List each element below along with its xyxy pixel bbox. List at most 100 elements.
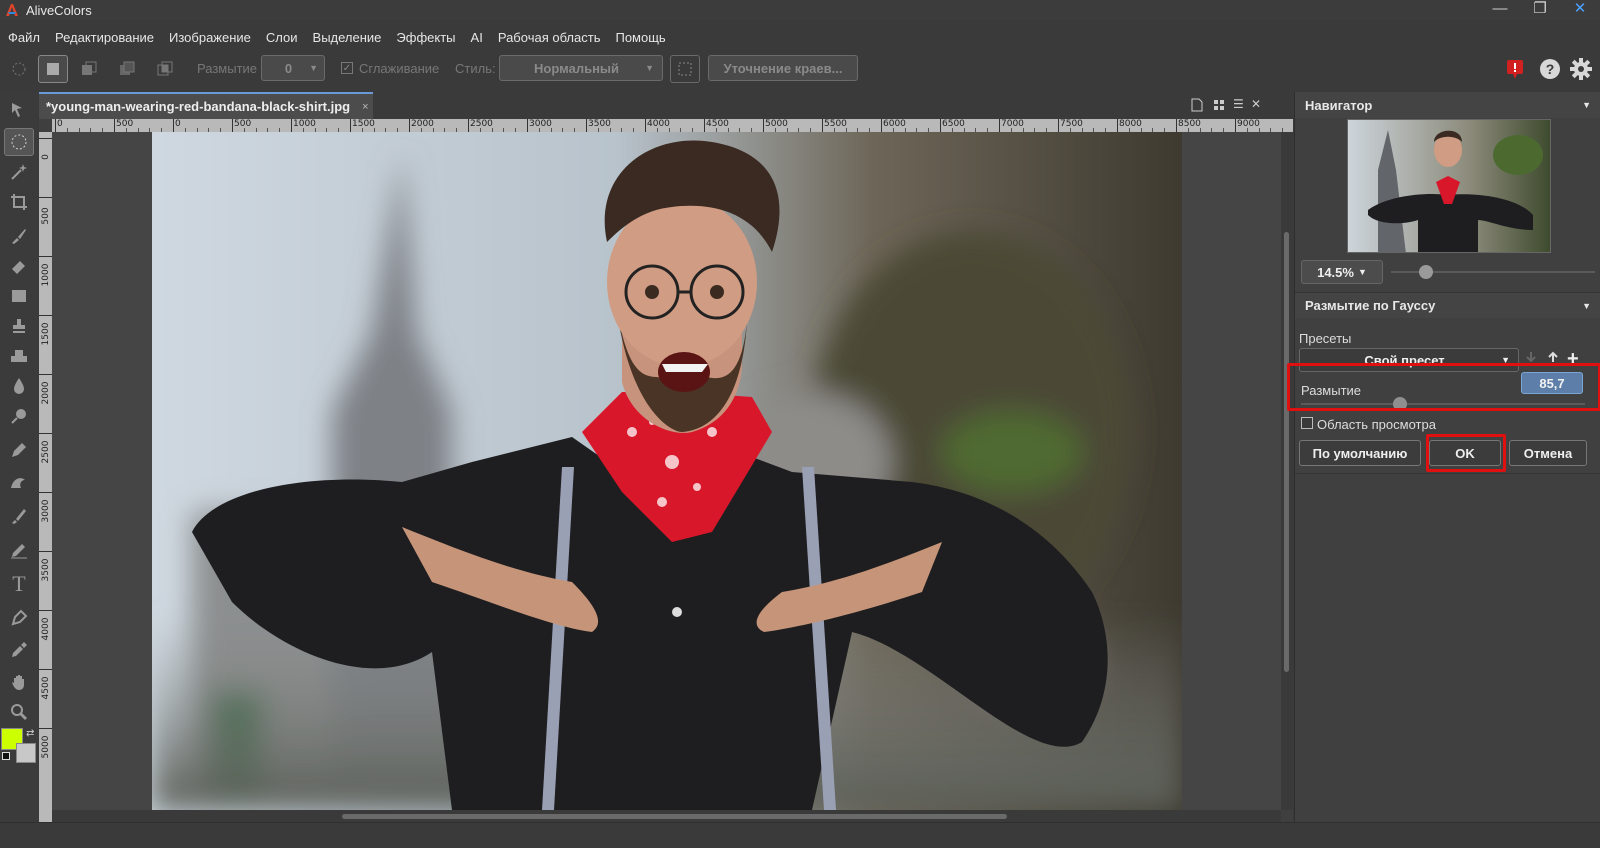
ruler-tick bbox=[527, 119, 528, 132]
gaussian-blur-header[interactable]: Размытие по Гауссу ▼ bbox=[1295, 292, 1600, 318]
selection-tool-icon[interactable] bbox=[4, 128, 34, 156]
preview-area-checkbox[interactable] bbox=[1301, 417, 1313, 429]
menu-ai[interactable]: AI bbox=[471, 30, 483, 45]
ruler-label: 2000 bbox=[411, 119, 434, 129]
ruler-label: 6500 bbox=[942, 119, 965, 129]
close-window-button[interactable]: ✕ bbox=[1562, 0, 1598, 20]
wave-tool-icon[interactable] bbox=[4, 468, 34, 496]
zoom-slider-thumb[interactable] bbox=[1419, 265, 1433, 279]
settings-gear-icon[interactable] bbox=[1566, 55, 1596, 83]
menu-help[interactable]: Помощь bbox=[615, 30, 665, 45]
ruler-tick bbox=[940, 119, 941, 132]
refine-edges-button[interactable]: Уточнение краев... bbox=[708, 55, 858, 81]
subtract-selection-button[interactable] bbox=[112, 55, 142, 83]
panel-divider bbox=[1295, 473, 1600, 474]
ruler-tick bbox=[39, 492, 52, 493]
stamp-tool-icon[interactable] bbox=[4, 312, 34, 340]
lasso-mode-icon[interactable] bbox=[4, 55, 34, 83]
ruler-label: 4500 bbox=[706, 119, 729, 129]
menu-select[interactable]: Выделение bbox=[313, 30, 382, 45]
menu-layers[interactable]: Слои bbox=[266, 30, 298, 45]
gradient-tool-icon[interactable] bbox=[4, 282, 34, 310]
swap-colors-icon[interactable]: ⇄ bbox=[26, 728, 34, 739]
blur-option-select[interactable]: 0 ▼ bbox=[261, 55, 325, 81]
default-colors-icon[interactable] bbox=[2, 752, 10, 760]
dodge-tool-icon[interactable] bbox=[4, 402, 34, 430]
menu-edit[interactable]: Редактирование bbox=[55, 30, 154, 45]
blur-tool-icon[interactable] bbox=[4, 372, 34, 400]
document-tab[interactable]: *young-man-wearing-red-bandana-black-shi… bbox=[39, 92, 373, 119]
crop-tool-icon[interactable] bbox=[4, 188, 34, 216]
vertical-ruler: 0 500 1000 1500 2000 2500 3000 3500 4000 4500 5000 bbox=[39, 132, 52, 822]
path-pen-icon[interactable] bbox=[4, 604, 34, 632]
ruler-label: 2500 bbox=[470, 119, 493, 129]
cancel-button[interactable]: Отмена bbox=[1509, 440, 1587, 466]
hand-tool-icon[interactable] bbox=[4, 668, 34, 696]
notification-icon[interactable] bbox=[1500, 55, 1530, 83]
navigator-header[interactable]: Навигатор ▼ bbox=[1295, 92, 1600, 118]
default-button[interactable]: По умолчанию bbox=[1299, 440, 1421, 466]
move-tool-icon[interactable] bbox=[4, 96, 34, 124]
ruler-label: 5500 bbox=[824, 119, 847, 129]
tab-close-icon[interactable]: × bbox=[362, 101, 368, 113]
vertical-scroll-thumb[interactable] bbox=[1284, 232, 1289, 672]
antialias-checkbox[interactable]: ✓ bbox=[341, 62, 353, 74]
menu-file[interactable]: Файл bbox=[8, 30, 40, 45]
ruler-tick bbox=[468, 119, 469, 132]
ruler-tick bbox=[350, 119, 351, 132]
ruler-label: 3000 bbox=[529, 119, 552, 129]
text-tool-icon[interactable]: T bbox=[4, 570, 34, 598]
smudge-tool-icon[interactable] bbox=[4, 502, 34, 530]
chevron-down-icon: ▼ bbox=[309, 63, 318, 73]
ruler-tick bbox=[704, 119, 705, 132]
horizontal-scroll-thumb[interactable] bbox=[342, 814, 1007, 819]
new-selection-button[interactable] bbox=[38, 55, 68, 83]
highlight-ok-button bbox=[1426, 434, 1506, 472]
add-selection-button[interactable] bbox=[74, 55, 104, 83]
chevron-down-icon: ▼ bbox=[645, 63, 654, 73]
background-color-swatch[interactable] bbox=[16, 743, 36, 763]
eraser-tool-icon[interactable] bbox=[4, 252, 34, 280]
ruler-tick bbox=[39, 315, 52, 316]
ruler-label: 1000 bbox=[41, 263, 51, 287]
ruler-label: 4500 bbox=[41, 676, 51, 700]
ruler-label: 9000 bbox=[1237, 119, 1260, 129]
pencil-tool-icon[interactable] bbox=[4, 536, 34, 564]
magic-wand-icon[interactable] bbox=[4, 158, 34, 186]
brush-tool-icon[interactable] bbox=[4, 222, 34, 250]
title-bar: AliveColors — ❐ ✕ bbox=[0, 0, 1600, 20]
chevron-down-icon[interactable]: ▼ bbox=[1582, 301, 1591, 311]
menu-image[interactable]: Изображение bbox=[169, 30, 251, 45]
intersect-selection-button[interactable] bbox=[150, 55, 180, 83]
tile-windows-icon[interactable] bbox=[1213, 99, 1225, 114]
pen-tool-icon[interactable] bbox=[4, 436, 34, 464]
close-document-icon[interactable]: ✕ bbox=[1251, 97, 1261, 111]
marquee-options-icon[interactable] bbox=[670, 55, 700, 83]
eyedropper-icon[interactable] bbox=[4, 636, 34, 664]
ruler-tick bbox=[173, 119, 174, 132]
style-select[interactable]: Нормальный ▼ bbox=[499, 55, 663, 81]
help-icon[interactable]: ? bbox=[1535, 55, 1565, 83]
healing-tool-icon[interactable] bbox=[4, 342, 34, 370]
vertical-scrollbar[interactable] bbox=[1281, 132, 1293, 810]
ruler-label: 5000 bbox=[41, 735, 51, 759]
photo-canvas[interactable] bbox=[152, 132, 1182, 810]
navigator-preview[interactable] bbox=[1347, 119, 1551, 253]
minimize-button[interactable]: — bbox=[1482, 0, 1518, 20]
zoom-select[interactable]: 14.5% ▼ bbox=[1301, 260, 1383, 284]
zoom-value: 14.5% bbox=[1317, 264, 1354, 280]
horizontal-scrollbar[interactable] bbox=[52, 810, 1281, 822]
maximize-button[interactable]: ❐ bbox=[1522, 0, 1558, 20]
menu-effects[interactable]: Эффекты bbox=[396, 30, 455, 45]
canvas-area[interactable] bbox=[52, 132, 1281, 810]
zoom-tool-icon[interactable] bbox=[4, 698, 34, 726]
ruler-tick bbox=[1235, 119, 1236, 132]
list-windows-icon[interactable]: ☰ bbox=[1233, 97, 1244, 111]
chevron-down-icon[interactable]: ▼ bbox=[1582, 100, 1591, 110]
antialias-label: Сглаживание bbox=[359, 61, 440, 76]
ruler-tick bbox=[39, 551, 52, 552]
menu-workspace[interactable]: Рабочая область bbox=[498, 30, 601, 45]
ruler-label: 0 bbox=[175, 119, 181, 129]
ruler-tick bbox=[39, 669, 52, 670]
new-document-icon[interactable] bbox=[1191, 98, 1203, 115]
